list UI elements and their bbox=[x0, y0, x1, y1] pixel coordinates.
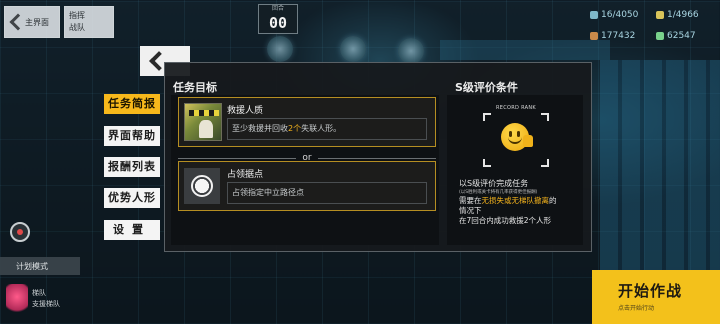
back-arrow-icon bbox=[9, 14, 21, 30]
tab-settings[interactable]: 设置 bbox=[104, 220, 160, 240]
divider-line bbox=[178, 157, 297, 159]
objective-name: 占领据点 bbox=[227, 170, 264, 180]
rank-title: S级评价条件 bbox=[455, 81, 518, 94]
map-node[interactable] bbox=[398, 38, 424, 64]
ammo-icon bbox=[656, 10, 664, 19]
objective-card-occupy: 占领据点 占领指定中立路径点 bbox=[178, 161, 436, 211]
rank-line: 在7回合内成功救援2个人形 bbox=[459, 216, 552, 225]
briefing-panel: 任务目标 救援人质 至少救援并回收2个失联人形。 or 占领据点 占领指定中立路… bbox=[164, 62, 592, 252]
tab-reward-list[interactable]: 报酬列表 bbox=[104, 157, 160, 177]
rank-description: 以S级评价完成任务 (以S胜利或关卡将有几率获得更佳报酬) 需要在无损失或无梯队… bbox=[459, 179, 579, 226]
rank-highlight: 无损失或无梯队撤离 bbox=[481, 196, 550, 205]
rank-text: 的 bbox=[549, 196, 557, 205]
echelon-icon[interactable] bbox=[6, 284, 28, 316]
back-button[interactable]: 主界面 bbox=[4, 6, 60, 38]
start-battle-sub: 点击开始行动 bbox=[618, 305, 655, 312]
target-ring-icon bbox=[191, 175, 213, 197]
desc-text: 至少救援并回收 bbox=[232, 124, 288, 133]
objective-desc: 至少救援并回收2个失联人形。 bbox=[227, 118, 427, 140]
map-node[interactable] bbox=[267, 36, 293, 62]
rank-conditions: RECORD RANK 以S级评价完成任务 (以S胜利或关卡将有几率获得更佳报酬… bbox=[447, 95, 583, 245]
plan-button[interactable]: 指挥 战队 bbox=[64, 6, 114, 38]
objective-name: 救援人质 bbox=[227, 106, 264, 116]
turn-label: 回合 bbox=[271, 5, 284, 12]
tab-mission-briefing[interactable]: 任务简报 bbox=[104, 94, 160, 114]
map-region bbox=[600, 60, 720, 270]
plan-label-1: 指挥 bbox=[69, 11, 85, 20]
tab-advantage-dolls[interactable]: 优势人形 bbox=[104, 188, 160, 208]
rank-line: 需要在无损失或无梯队撤离的 bbox=[459, 196, 579, 206]
start-battle-button[interactable]: 开始作战 点击开始行动 bbox=[592, 270, 720, 324]
resource-value: 177432 bbox=[601, 30, 636, 41]
frame-corner bbox=[483, 159, 491, 167]
plan-mode-label: 计划模式 bbox=[16, 261, 48, 271]
resource-manpower: 16/4050 bbox=[590, 6, 652, 23]
rank-line: 以S级评价完成任务 bbox=[459, 179, 529, 188]
record-rank-label: RECORD RANK bbox=[496, 105, 536, 111]
frame-corner bbox=[541, 113, 549, 121]
rations-icon bbox=[590, 31, 598, 40]
resource-value: 62547 bbox=[667, 30, 696, 41]
occupy-point-icon bbox=[184, 168, 220, 204]
rank-text: 需要在 bbox=[459, 196, 482, 205]
record-icon[interactable] bbox=[10, 222, 30, 242]
turn-value: 00 bbox=[268, 14, 288, 32]
rank-note: (以S胜利或关卡将有几率获得更佳报酬) bbox=[459, 190, 538, 195]
record-rank-frame: RECORD RANK bbox=[483, 105, 549, 167]
mission-title: 任务目标 bbox=[173, 81, 217, 94]
smiley-mouth bbox=[508, 136, 522, 144]
resource-ammo: 1/4966 bbox=[656, 6, 718, 23]
echelon-info: 梯队 支援梯队 bbox=[32, 288, 60, 310]
rank-line: 情况下 bbox=[459, 206, 482, 215]
resource-panel: 16/4050 1/4966 177432 62547 bbox=[590, 6, 718, 44]
echelon-line: 梯队 bbox=[32, 289, 46, 297]
thumb-up-icon bbox=[523, 135, 533, 147]
objective-card-rescue: 救援人质 至少救援并回收2个失联人形。 bbox=[178, 97, 436, 147]
map-path bbox=[440, 40, 610, 60]
turn-counter: 回合 00 bbox=[258, 4, 298, 34]
resource-value: 16/4050 bbox=[601, 9, 639, 20]
divider-line bbox=[317, 157, 436, 159]
mission-objectives: 救援人质 至少救援并回收2个失联人形。 or 占领据点 占领指定中立路径点 bbox=[171, 95, 439, 245]
parts-icon bbox=[656, 31, 664, 40]
resource-rations: 177432 bbox=[590, 27, 652, 44]
desc-highlight: 2个 bbox=[288, 124, 302, 133]
frame-corner bbox=[541, 159, 549, 167]
plan-mode-button[interactable]: 计划模式 bbox=[0, 257, 80, 275]
echelon-line: 支援梯队 bbox=[32, 300, 60, 308]
resource-value: 1/4966 bbox=[667, 9, 699, 20]
tab-interface-help[interactable]: 界面帮助 bbox=[104, 126, 160, 146]
desc-text: 失联人形。 bbox=[301, 124, 342, 133]
map-node[interactable] bbox=[340, 36, 366, 62]
hostage-thumbnail bbox=[184, 103, 222, 141]
frame-corner bbox=[483, 113, 491, 121]
objective-desc: 占领指定中立路径点 bbox=[227, 182, 427, 204]
back-label: 主界面 bbox=[25, 17, 49, 27]
plan-label-2: 战队 bbox=[69, 23, 85, 32]
start-battle-label: 开始作战 bbox=[618, 282, 683, 300]
resource-parts: 62547 bbox=[656, 27, 718, 44]
manpower-icon bbox=[590, 10, 598, 19]
